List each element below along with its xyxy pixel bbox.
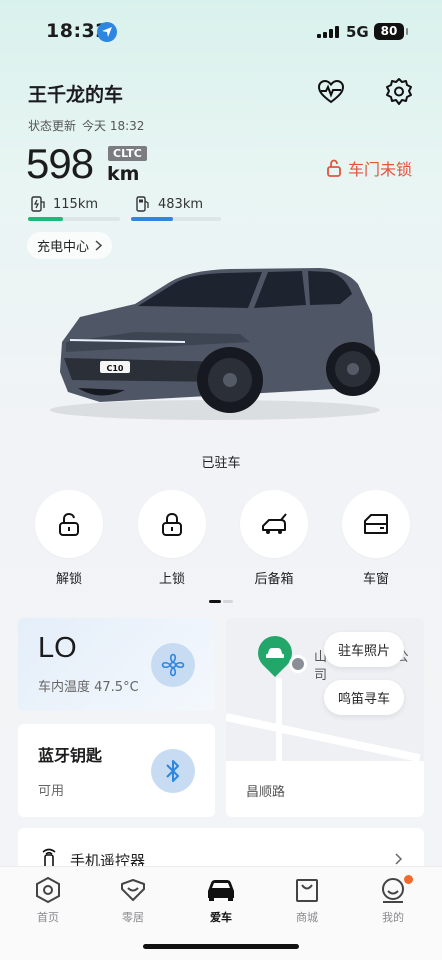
charge-center-label: 充电中心: [37, 240, 90, 255]
chevron-right-icon: [395, 853, 402, 865]
tab-mall[interactable]: 商城: [277, 875, 337, 925]
climate-setting: LO: [38, 632, 77, 664]
door-status[interactable]: 车门未锁: [326, 156, 412, 180]
tab-home-label: 首页: [37, 911, 59, 924]
page-indicator: [209, 600, 233, 603]
car-state-label: 已驻车: [201, 456, 241, 471]
network-type: 5G: [346, 23, 369, 41]
profile-icon: [363, 875, 423, 905]
chevron-right-icon: [95, 240, 103, 251]
parking-address: 昌顺路: [226, 761, 424, 817]
trunk-button[interactable]: 后备箱: [240, 490, 308, 587]
car-icon: [191, 875, 251, 905]
car-title: 王千龙的车: [28, 84, 124, 106]
door-status-label: 车门未锁: [348, 160, 413, 179]
status-bar: 18:32 5G 80: [0, 0, 442, 60]
cellular-signal-icon: [317, 26, 339, 38]
tab-my-car[interactable]: 爱车: [191, 875, 251, 925]
car-pin-icon: [266, 648, 284, 658]
hexagon-icon: [18, 875, 78, 905]
parking-photo-button[interactable]: 驻车照片: [324, 632, 405, 667]
window-label: 车窗: [362, 572, 389, 587]
electric-range: 115km: [29, 195, 98, 213]
bluetooth-key-title: 蓝牙钥匙: [38, 746, 103, 765]
svg-text:C10: C10: [106, 364, 123, 373]
lock-label: 上锁: [158, 572, 185, 587]
range-standard-badge: CLTC: [108, 146, 147, 161]
tab-my-car-label: 爱车: [210, 911, 232, 924]
tab-lingju-label: 零居: [122, 911, 144, 924]
charging-pile-icon: [31, 196, 45, 212]
tab-mall-label: 商城: [296, 911, 318, 924]
car-image: C10: [40, 262, 385, 422]
fuel-range-value: 483km: [158, 196, 204, 212]
map-road: [276, 678, 282, 768]
bluetooth-key-card[interactable]: 蓝牙钥匙 可用: [18, 724, 215, 817]
total-range: 598: [26, 140, 94, 187]
lock-button[interactable]: 上锁: [138, 490, 206, 587]
gear-icon[interactable]: [381, 74, 417, 110]
heart-outline-icon: [103, 875, 163, 905]
tab-home[interactable]: 首页: [18, 875, 78, 925]
fuel-range-bar: [131, 217, 221, 221]
location-arrow-icon: [97, 22, 117, 42]
fuel-range: 483km: [134, 195, 203, 213]
unlock-label: 解锁: [55, 572, 82, 587]
fuel-pump-icon: [136, 196, 149, 212]
fan-icon[interactable]: [151, 643, 195, 687]
unlock-warning-icon: [327, 159, 341, 177]
tab-profile-label: 我的: [382, 911, 404, 924]
map-road: [226, 713, 421, 763]
shopping-bag-icon: [277, 875, 337, 905]
window-button[interactable]: 车窗: [342, 490, 410, 587]
battery-icon: 80: [374, 23, 408, 40]
climate-card[interactable]: LO 车内温度 47.5°C: [18, 618, 215, 711]
window-icon: [342, 490, 410, 558]
electric-range-bar: [28, 217, 120, 221]
bluetooth-key-status: 可用: [38, 784, 65, 799]
bluetooth-icon[interactable]: [151, 749, 195, 793]
unlock-icon: [35, 490, 103, 558]
trunk-icon: [240, 490, 308, 558]
range-unit: km: [107, 163, 140, 185]
update-label: 状态更新: [28, 119, 77, 133]
notification-dot: [404, 875, 413, 884]
status-update: 状态更新 今天 18:32: [28, 117, 150, 134]
tab-lingju[interactable]: 零居: [103, 875, 163, 925]
parking-map-card[interactable]: 山... 车业有限公司 驻车照片 鸣笛寻车 昌顺路: [226, 618, 424, 817]
poi-marker-icon: [289, 655, 307, 673]
tab-profile[interactable]: 我的: [363, 875, 423, 925]
lock-icon: [138, 490, 206, 558]
update-time: 今天 18:32: [82, 119, 145, 133]
cabin-temperature: 车内温度 47.5°C: [38, 680, 139, 695]
unlock-button[interactable]: 解锁: [35, 490, 103, 587]
electric-range-value: 115km: [53, 196, 99, 212]
charge-center-button[interactable]: 充电中心: [27, 232, 113, 259]
trunk-label: 后备箱: [254, 572, 294, 587]
horn-find-car-button[interactable]: 鸣笛寻车: [324, 680, 405, 715]
heart-pulse-icon[interactable]: [313, 74, 349, 110]
home-indicator: [143, 944, 299, 949]
